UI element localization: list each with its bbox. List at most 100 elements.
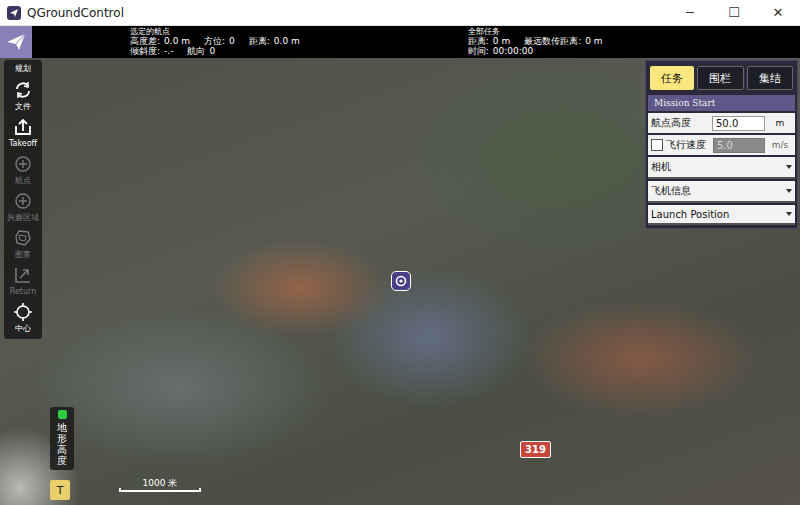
- maximize-button[interactable]: ☐: [712, 5, 756, 20]
- terrain-label: 地形高度: [57, 422, 67, 466]
- info-field: 距离: 0 m: [468, 36, 510, 46]
- home-position-icon[interactable]: [391, 271, 411, 291]
- window-title: QGroundControl: [27, 6, 668, 20]
- scale-line: [119, 488, 201, 492]
- mission-start-header: Mission Start: [648, 95, 795, 111]
- info-label: 倾斜度:: [130, 46, 160, 56]
- plan-panel: 任务围栏集结Mission Start航点高度50.0m飞行速度5.0m/s相机…: [645, 60, 798, 229]
- info-label: 距离:: [249, 36, 270, 46]
- toolbar-label: 航点: [15, 176, 31, 185]
- info-value: 0: [229, 36, 235, 46]
- speed-label: 飞行速度: [666, 138, 710, 152]
- info-field: 时间: 00:00:00: [468, 46, 533, 56]
- info-heading: 选定的航点: [130, 27, 300, 36]
- info-row: 倾斜度: -.- 航向 0: [130, 46, 300, 56]
- section-header[interactable]: 相机: [648, 157, 795, 179]
- info-value: -.-: [164, 46, 173, 56]
- info-field: 倾斜度: -.-: [130, 46, 173, 56]
- return-icon: [13, 265, 33, 285]
- info-label: 最远数传距离:: [524, 36, 581, 46]
- info-block: 选定的航点高度差:0.0 m方位:0距离:0.0 m倾斜度:-.-航向0: [130, 26, 300, 58]
- title-bar: QGroundControl─☐✕: [0, 0, 800, 26]
- toolbar-item[interactable]: Takeoff: [9, 117, 37, 148]
- toolbar-title: 规划: [15, 63, 31, 74]
- section-label: 飞机信息: [651, 184, 691, 198]
- satellite-map[interactable]: 规划文件 Takeoff 航点兴趣区域图案 Return 中心 任务 围栏 集结 Mission…: [0, 58, 800, 505]
- info-value: 0 m: [585, 36, 602, 46]
- close-button[interactable]: ✕: [756, 5, 800, 20]
- plus-circle-icon: [13, 154, 33, 174]
- info-heading: 全部任务: [468, 27, 603, 36]
- speed-row: 飞行速度5.0m/s: [648, 135, 795, 155]
- toolbar-label: 兴趣区域: [7, 213, 39, 222]
- info-field: 最远数传距离: 0 m: [524, 36, 602, 46]
- altitude-row: 航点高度50.0m: [648, 113, 795, 133]
- toolbar-item[interactable]: 航点: [13, 154, 33, 185]
- road-label: 319: [520, 441, 551, 458]
- altitude-label: 航点高度: [651, 116, 709, 130]
- toolbar-label: 文件: [15, 102, 31, 111]
- info-row: 距离: 0 m 最远数传距离: 0 m: [468, 36, 603, 46]
- section-label: 相机: [651, 160, 671, 174]
- crosshair-icon: [13, 302, 33, 322]
- dropdown-arrow-icon: [786, 189, 792, 193]
- terrain-button[interactable]: T: [50, 480, 70, 500]
- refresh-icon: [13, 80, 33, 100]
- info-value: 0.0 m: [164, 36, 190, 46]
- tab[interactable]: 围栏: [697, 66, 743, 90]
- tab-label: 围栏: [709, 71, 731, 86]
- section-label: Launch Position: [651, 209, 729, 220]
- info-label: 时间:: [468, 46, 489, 56]
- info-value: 0: [209, 46, 215, 56]
- top-toolbar: 选定的航点高度差:0.0 m方位:0距离:0.0 m倾斜度:-.-航向0全部任务…: [0, 26, 800, 58]
- toolbar-item[interactable]: Return: [10, 265, 37, 296]
- tab[interactable]: 集结: [747, 66, 793, 90]
- toolbar-item[interactable]: 中心: [13, 302, 33, 333]
- section-header[interactable]: 飞机信息: [648, 181, 795, 203]
- toolbar-label: Return: [10, 287, 37, 296]
- altitude-field[interactable]: 50.0: [712, 116, 765, 131]
- toolbar-item[interactable]: 兴趣区域: [7, 191, 39, 222]
- info-row: 时间: 00:00:00: [468, 46, 603, 56]
- dropdown-arrow-icon: [786, 212, 792, 216]
- polygon-icon: [13, 228, 33, 248]
- speed-checkbox[interactable]: [651, 139, 663, 151]
- info-field: 方位: 0: [204, 36, 235, 46]
- upload-icon: [13, 117, 33, 137]
- info-label: 航向: [187, 46, 205, 56]
- toolbar-label: 图案: [15, 250, 31, 259]
- toolbar-label: 中心: [15, 324, 31, 333]
- info-value: 0 m: [493, 36, 510, 46]
- info-row: 高度差: 0.0 m 方位: 0 距离: 0.0 m: [130, 36, 300, 46]
- info-field: 高度差: 0.0 m: [130, 36, 190, 46]
- info-value: 00:00:00: [493, 46, 533, 56]
- info-label: 距离:: [468, 36, 489, 46]
- status-icon: [58, 410, 67, 419]
- scale-bar: 1000 米: [118, 478, 202, 492]
- toolbar-item[interactable]: 图案: [13, 228, 33, 259]
- plane-logo-icon[interactable]: [0, 26, 32, 58]
- plan-toolbar: 规划文件 Takeoff 航点兴趣区域图案 Return 中心: [4, 60, 42, 339]
- tab-bar: 任务 围栏 集结: [648, 64, 795, 92]
- info-field: 距离: 0.0 m: [249, 36, 300, 46]
- section-header[interactable]: Launch Position: [648, 205, 795, 225]
- speed-unit: m/s: [768, 140, 792, 150]
- minimize-button[interactable]: ─: [668, 5, 712, 20]
- info-value: 0.0 m: [274, 36, 300, 46]
- terrain-panel[interactable]: 地形高度: [50, 407, 74, 470]
- info-block: 全部任务距离: 0 m 最远数传距离: 0 m 时间: 00:00:00: [468, 26, 603, 58]
- info-label: 方位:: [204, 36, 225, 46]
- app-icon: [7, 6, 21, 20]
- toolbar-item[interactable]: 文件: [13, 80, 33, 111]
- speed-field[interactable]: 5.0: [713, 138, 765, 153]
- tab-label: 任务: [661, 71, 683, 86]
- info-label: 高度差:: [130, 36, 160, 46]
- plus-circle-icon: [13, 191, 33, 211]
- tab-label: 集结: [759, 71, 781, 86]
- tab[interactable]: 任务: [650, 66, 694, 90]
- info-field: 航向 0: [187, 46, 215, 56]
- altitude-unit: m: [768, 118, 792, 128]
- dropdown-arrow-icon: [786, 165, 792, 169]
- toolbar-label: Takeoff: [9, 139, 37, 148]
- scale-label: 1000 米: [143, 478, 178, 488]
